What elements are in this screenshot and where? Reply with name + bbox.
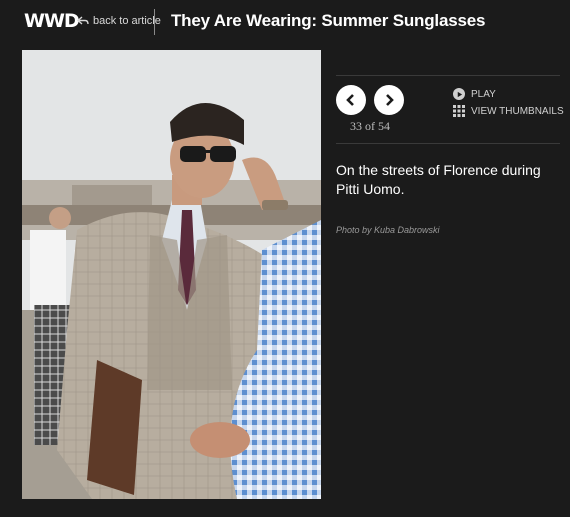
wwd-logo[interactable]: WWD bbox=[24, 10, 80, 32]
chevron-right-icon bbox=[386, 94, 394, 106]
back-to-article-link[interactable]: back to article bbox=[77, 15, 161, 27]
gallery-photo[interactable] bbox=[22, 50, 321, 499]
header-divider bbox=[154, 9, 155, 35]
gallery-title: They Are Wearing: Summer Sunglasses bbox=[171, 11, 486, 30]
photo-credit: Photo by Kuba Dabrowski bbox=[336, 225, 440, 235]
header-bar: WWD back to article They Are Wearing: Su… bbox=[0, 0, 570, 44]
play-icon bbox=[453, 88, 465, 100]
back-arrow-icon bbox=[77, 16, 89, 25]
back-link-label: back to article bbox=[93, 15, 161, 27]
grid-icon bbox=[453, 105, 465, 117]
previous-photo-button[interactable] bbox=[336, 85, 366, 115]
thumbnails-label: VIEW THUMBNAILS bbox=[471, 105, 564, 117]
caption-divider bbox=[336, 143, 560, 144]
play-label: PLAY bbox=[471, 88, 496, 100]
play-slideshow-button[interactable]: PLAY bbox=[453, 88, 496, 100]
photo-counter: 33 of 54 bbox=[350, 119, 390, 133]
view-thumbnails-button[interactable]: VIEW THUMBNAILS bbox=[453, 105, 564, 117]
chevron-left-icon bbox=[346, 94, 354, 106]
top-divider bbox=[336, 75, 560, 76]
photo-caption: On the streets of Florence during Pitti … bbox=[336, 162, 541, 197]
next-photo-button[interactable] bbox=[374, 85, 404, 115]
